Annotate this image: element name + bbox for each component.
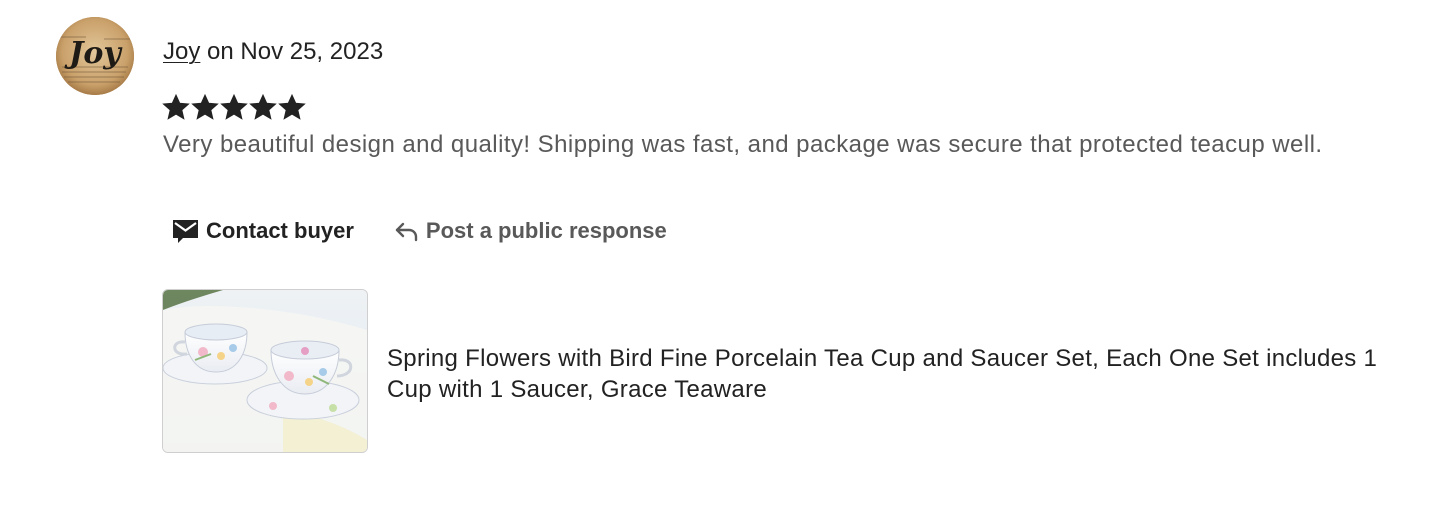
- reply-arrow-icon: [394, 220, 418, 242]
- teacup-set-photo: [163, 290, 367, 452]
- product-title-link[interactable]: Spring Flowers with Bird Fine Porcelain …: [387, 343, 1417, 405]
- star-rating: [162, 93, 306, 122]
- star-icon: [162, 93, 190, 120]
- review-header: Joy on Nov 25, 2023: [163, 36, 383, 68]
- reviewer-avatar[interactable]: Joy: [56, 17, 134, 95]
- contact-buyer-label: Contact buyer: [206, 218, 354, 243]
- star-icon: [249, 93, 277, 120]
- review-text: Very beautiful design and quality! Shipp…: [163, 131, 1323, 158]
- star-icon: [220, 93, 248, 120]
- envelope-icon: [172, 218, 199, 244]
- star-icon: [278, 93, 306, 120]
- review-actions: Contact buyer Post a public response: [172, 214, 667, 248]
- post-public-response-label: Post a public response: [425, 218, 667, 243]
- product-thumbnail[interactable]: [162, 289, 368, 453]
- svg-text:Joy: Joy: [64, 36, 123, 71]
- avatar-image: Joy: [56, 17, 134, 95]
- reviewer-name-link[interactable]: Joy: [163, 38, 200, 65]
- post-public-response-button[interactable]: Post a public response: [394, 218, 667, 244]
- star-icon: [191, 93, 219, 120]
- contact-buyer-button[interactable]: Contact buyer: [172, 218, 354, 244]
- review-date: on Nov 25, 2023: [200, 38, 384, 65]
